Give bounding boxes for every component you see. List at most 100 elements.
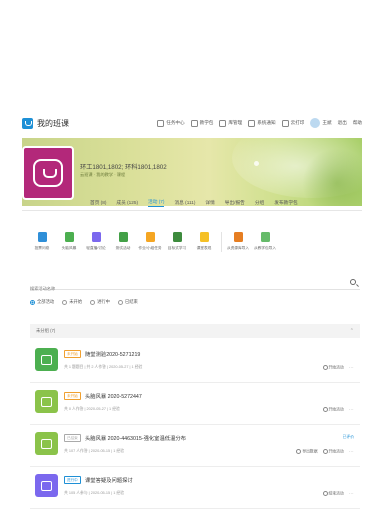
radio-icon [117,299,123,305]
group-label: 未分组 (7) [36,328,56,333]
activity-thumb [35,390,58,413]
print-icon [281,119,289,127]
activity-name[interactable]: 头脑风暴 2020-4463015-强化室温低温分布 [85,434,186,442]
tool-performance[interactable]: 课堂表现 [192,232,216,251]
tab-activities[interactable]: 活动 (7) [148,199,165,207]
app-title: 我的班课 [37,118,69,128]
class-title: 环工1801,1802; 环科1801,1802 [80,164,167,171]
tool-goal-learning[interactable]: 目标式学习 [165,232,189,251]
activity-toolbar: 投票问卷 头脑风暴 轻直播/讨论 测试活动 作业/小组任务 目标式学习 课堂表现… [30,232,330,262]
radio-icon [30,299,35,305]
brainstorm-icon [41,396,52,407]
class-tabs: 首页 (8) 成员 (125) 活动 (7) 消息 (111) 详情 导出/报告… [90,196,298,210]
tool-import-pack[interactable]: 从教学包导入 [253,232,277,251]
status-badge: 进行中 [64,476,81,484]
test-icon [118,232,128,242]
bell-icon [248,119,256,127]
evaluated-link[interactable]: 已评价 [343,435,354,440]
more-button[interactable]: ··· [349,492,354,496]
top-bar: 我的班课 任务中心 教学包 库管理 系统通知 云打印 王斌 退出 帮助 [22,114,362,132]
status-badge: 未开始 [64,392,81,400]
activity-name[interactable]: 课堂答疑及问题探讨 [85,476,133,484]
topnav-notifications[interactable]: 系统通知 [248,119,276,127]
row-actions: 开始活动 ··· [322,365,354,371]
class-cup-icon [33,159,63,187]
stop-icon [322,491,328,496]
performance-icon [199,232,209,242]
export-data-button[interactable]: 导出数据 [296,449,318,455]
filter-all[interactable]: 全部活动 [30,299,54,305]
tab-messages[interactable]: 消息 (111) [174,200,195,206]
filter-ended[interactable]: 已结束 [117,299,138,305]
play-icon [322,407,328,412]
filter-in-progress[interactable]: 进行中 [90,299,110,305]
tab-export[interactable]: 导出/报告 [225,200,245,206]
search-icon[interactable] [350,279,356,285]
list-item[interactable]: 已结束 头脑风暴 2020-4463015-强化室温低温分布 共 107 人作答… [30,425,360,467]
activity-meta: 共 0 人作答 | 2020-05-27 | 1 经验 [64,407,120,411]
activity-meta: 共 107 人作答 | 2020-05-15 | 1 经验 [64,449,125,453]
class-subtitle: 云班课 · 我的教学 · 课程 [80,172,126,177]
topnav-teaching-pack[interactable]: 教学包 [190,119,213,127]
topnav-logout[interactable]: 退出 [338,120,347,126]
tab-home[interactable]: 首页 (8) [90,200,106,206]
filter-not-started[interactable]: 未开始 [62,299,82,305]
tool-brainstorm[interactable]: 头脑风暴 [57,232,81,251]
start-activity-button[interactable]: 开始活动 [322,365,344,371]
activity-list: 未开始 随堂测验2020-5271219 共 1 题题目 | 共 2 人作答 |… [30,341,360,509]
radio-icon [62,299,68,305]
goal-icon [172,232,182,242]
activity-meta: 共 1 题题目 | 共 2 人作答 | 2020-05-27 | 1 经验 [64,365,143,369]
class-cover[interactable] [22,146,74,200]
tab-groups[interactable]: 分组 [255,200,264,206]
search-input[interactable] [30,282,330,295]
library-icon [219,119,227,127]
divider [22,210,362,211]
pack-icon [190,119,198,127]
more-button[interactable]: ··· [349,408,354,412]
topnav-cloud-print[interactable]: 云打印 [281,119,304,127]
tool-discussion[interactable]: 轻直播/讨论 [84,232,108,251]
row-actions: 导出数据 开始活动 ··· [296,449,354,455]
activity-thumb [35,348,58,371]
tool-import-resource[interactable]: 从资源库导入 [226,232,250,251]
app-logo-icon [22,117,33,129]
tool-vote[interactable]: 投票问卷 [30,232,54,251]
discussion-icon [91,232,101,242]
tool-homework[interactable]: 作业/小组任务 [138,232,162,251]
topnav-user[interactable]: 王斌 [310,118,332,128]
top-nav: 任务中心 教学包 库管理 系统通知 云打印 王斌 退出 帮助 [157,118,362,128]
activity-name[interactable]: 头脑风暴 2020-5272447 [85,392,142,400]
start-activity-button[interactable]: 开始活动 [322,449,344,455]
topnav-help[interactable]: 帮助 [353,120,362,126]
import-pack-icon [260,232,270,242]
tab-members[interactable]: 成员 (125) [116,200,138,206]
group-header[interactable]: 未分组 (7) ⌃ [30,324,360,338]
tab-details[interactable]: 详情 [205,200,214,206]
homework-icon [145,232,155,242]
end-activity-button[interactable]: 结束活动 [322,491,344,497]
avatar [310,118,321,128]
start-activity-button[interactable]: 开始活动 [322,407,344,413]
brand[interactable]: 我的班课 [22,117,69,129]
list-item[interactable]: 未开始 头脑风暴 2020-5272447 共 0 人作答 | 2020-05-… [30,383,360,425]
topnav-library[interactable]: 库管理 [219,119,242,127]
activity-name[interactable]: 随堂测验2020-5271219 [85,350,140,358]
radio-icon [90,299,96,305]
toolbar-separator [221,232,222,252]
import-resource-icon [233,232,243,242]
chevron-up-icon[interactable]: ⌃ [350,328,354,334]
more-button[interactable]: ··· [349,366,354,370]
list-item[interactable]: 进行中 课堂答疑及问题探讨 共 105 人参与 | 2020-05-15 | 1… [30,467,360,509]
tab-publish-pack[interactable]: 发布教学包 [274,200,297,206]
tool-test[interactable]: 测试活动 [111,232,135,251]
brainstorm-icon [64,232,74,242]
more-button[interactable]: ··· [349,450,354,454]
play-icon [322,449,328,454]
list-item[interactable]: 未开始 随堂测验2020-5271219 共 1 题题目 | 共 2 人作答 |… [30,341,360,383]
status-filters: 全部活动 未开始 进行中 已结束 [30,299,138,305]
search-bar [30,277,360,295]
topnav-task-center[interactable]: 任务中心 [157,119,185,127]
activity-meta: 共 105 人参与 | 2020-05-15 | 1 经验 [64,491,125,495]
status-badge: 已结束 [64,434,81,442]
